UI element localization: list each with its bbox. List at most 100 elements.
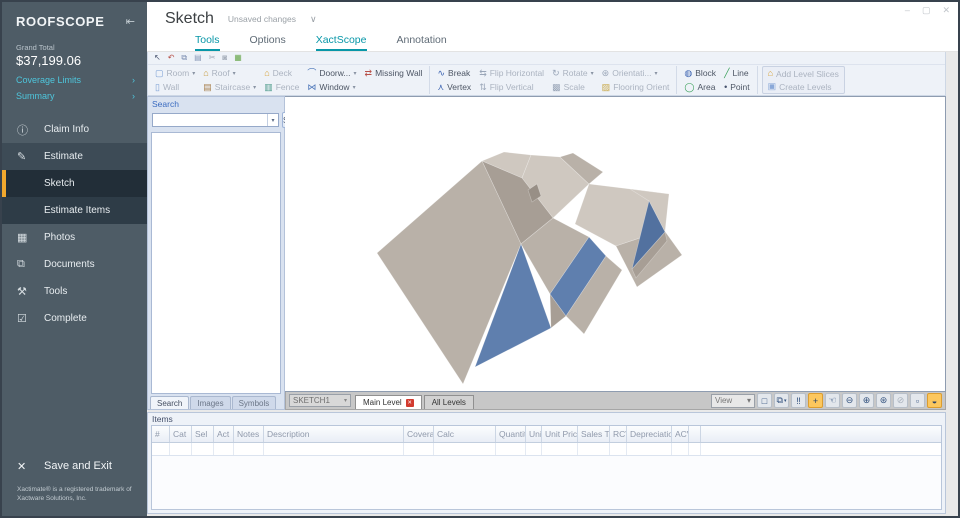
save-and-exit-button[interactable]: ✕ Save and Exit <box>2 452 147 481</box>
status-chevron-icon[interactable]: ∨ <box>310 14 317 25</box>
select-box-button[interactable]: □ <box>757 393 772 408</box>
level-tab-all-levels[interactable]: All Levels <box>424 395 474 409</box>
items-column-header[interactable]: Quantity <box>496 426 526 442</box>
ribbon-group: ▢Room▾▯Wall⌂Roof▾▤Staircase▾⌂Deck▥Fence⌒… <box>150 66 427 94</box>
pan-hand-button[interactable]: ☜ <box>825 393 840 408</box>
sidebar-item-photos[interactable]: ▦Photos <box>2 224 147 251</box>
items-column-header[interactable]: Description <box>264 426 404 442</box>
sidebar-item-documents[interactable]: ⧉Documents <box>2 251 147 278</box>
zoom-out-button[interactable]: ⊖ <box>842 393 857 408</box>
crosshair-button[interactable]: + <box>808 393 823 408</box>
items-cell[interactable] <box>192 443 214 455</box>
paste-icon[interactable]: ▤ <box>194 54 202 62</box>
view-mode-selector[interactable]: View ▾ <box>711 394 755 408</box>
items-cell[interactable] <box>404 443 434 455</box>
zoom-in-button[interactable]: ⊕ <box>859 393 874 408</box>
blank-toggle-button[interactable]: ▫ <box>910 393 925 408</box>
zoom-window-button[interactable]: ⊛ <box>876 393 891 408</box>
items-column-header[interactable]: RCV <box>610 426 627 442</box>
copy-icon[interactable]: ⧉ <box>181 54 187 62</box>
items-column-header[interactable] <box>689 426 701 442</box>
search-panel-tab-images[interactable]: Images <box>190 396 230 409</box>
items-cell[interactable] <box>672 443 689 455</box>
sidebar-collapse-icon[interactable]: ⇤ <box>126 15 135 28</box>
close-button[interactable]: ✕ <box>942 5 950 16</box>
search-input[interactable] <box>153 114 267 126</box>
items-column-header[interactable]: Sales Tax <box>578 426 610 442</box>
zoom-selected-button[interactable]: ⊘ <box>893 393 908 408</box>
roof-button: ⌂Roof▾ <box>200 66 259 80</box>
pointer-icon[interactable]: ↖ <box>154 54 161 62</box>
items-cell[interactable] <box>496 443 526 455</box>
sidebar-item-estimate-items[interactable]: Estimate Items <box>2 197 147 224</box>
sketch-3d-canvas[interactable] <box>285 96 946 392</box>
items-column-header[interactable]: Depreciation <box>627 426 672 442</box>
sidebar-item-complete[interactable]: ☑Complete <box>2 305 147 332</box>
items-cell[interactable] <box>170 443 192 455</box>
block-button[interactable]: ◍Block <box>681 66 719 80</box>
lock-icon[interactable]: ◙ <box>222 54 227 62</box>
walk-view-button[interactable]: ‼ <box>791 393 806 408</box>
items-column-header[interactable]: Cat <box>170 426 192 442</box>
items-column-header[interactable]: Sel <box>192 426 214 442</box>
maximize-button[interactable]: ▢ <box>922 5 931 16</box>
block-icon: ◍ <box>684 69 692 78</box>
view-3d-button[interactable]: ◒ <box>927 393 942 408</box>
minimize-button[interactable]: – <box>905 5 910 16</box>
search-results-list[interactable] <box>151 132 281 394</box>
items-cell[interactable] <box>610 443 627 455</box>
missing-wall-button[interactable]: ⇄Missing Wall <box>362 66 426 80</box>
sidebar-item-estimate[interactable]: ✎Estimate <box>2 143 147 170</box>
window-button[interactable]: ⋈Window▾ <box>304 80 359 94</box>
items-cell[interactable] <box>234 443 264 455</box>
items-table-empty-row[interactable] <box>152 443 941 456</box>
sketch-selector[interactable]: SKETCH1 ▾ <box>289 394 351 407</box>
items-cell[interactable] <box>627 443 672 455</box>
tab-tools[interactable]: Tools <box>195 34 220 51</box>
sidebar-link-summary[interactable]: Summary› <box>2 88 147 104</box>
orientati--button: ⊛Orientati...▾ <box>599 66 673 80</box>
ribbon-toolbar: ↖ ↶ ⧉ ▤ ✂ ◙ ▦ ▢Room▾▯Wall⌂Roof▾▤Staircase▾⌂Dec… <box>147 52 946 96</box>
area-button[interactable]: ◯Area <box>681 80 719 94</box>
tab-annotation[interactable]: Annotation <box>397 34 447 51</box>
search-panel-tab-search[interactable]: Search <box>150 396 189 409</box>
sidebar-item-sketch[interactable]: Sketch <box>2 170 147 197</box>
items-column-header[interactable]: Unit Price <box>542 426 578 442</box>
items-cell[interactable] <box>542 443 578 455</box>
items-cell[interactable] <box>264 443 404 455</box>
missing-wall-icon: ⇄ <box>365 69 373 78</box>
sidebar-link-coverage-limits[interactable]: Coverage Limits› <box>2 72 147 88</box>
items-column-header[interactable]: ACV <box>672 426 689 442</box>
search-panel-tab-symbols[interactable]: Symbols <box>232 396 277 409</box>
vertex-button[interactable]: ⋏Vertex <box>434 80 474 94</box>
items-column-header[interactable]: Notes <box>234 426 264 442</box>
items-column-header[interactable]: Calc <box>434 426 496 442</box>
point-button[interactable]: •Point <box>721 80 753 94</box>
items-column-header[interactable]: # <box>152 426 170 442</box>
grand-total-value: $37,199.06 <box>2 52 147 72</box>
sidebar-item-tools[interactable]: ⚒Tools <box>2 278 147 305</box>
items-column-header[interactable]: Unit <box>526 426 542 442</box>
items-column-header[interactable]: Act <box>214 426 234 442</box>
split-view-button[interactable]: ⧉▾ <box>774 393 789 408</box>
items-cell[interactable] <box>526 443 542 455</box>
items-column-header[interactable]: Coverage <box>404 426 434 442</box>
level-tab-main-level[interactable]: Main Level✕ <box>355 395 422 409</box>
break-button[interactable]: ∿Break <box>434 66 474 80</box>
close-tab-icon[interactable]: ✕ <box>406 399 414 407</box>
undo-icon[interactable]: ↶ <box>168 54 175 62</box>
cut-icon[interactable]: ✂ <box>209 54 216 62</box>
grid-icon[interactable]: ▦ <box>234 54 242 62</box>
sidebar-item-claim-info[interactable]: ⓘClaim Info <box>2 116 147 143</box>
items-cell[interactable] <box>152 443 170 455</box>
items-cell[interactable] <box>434 443 496 455</box>
items-cell[interactable] <box>214 443 234 455</box>
search-input-dropdown-icon[interactable]: ▾ <box>267 114 278 126</box>
line-button[interactable]: ╱Line <box>721 66 753 80</box>
tab-options[interactable]: Options <box>250 34 286 51</box>
doorw--button[interactable]: ⌒Doorw...▾ <box>304 66 359 80</box>
items-cell[interactable] <box>689 443 701 455</box>
items-cell[interactable] <box>578 443 610 455</box>
ribbon-button-label: Flooring Orient <box>613 82 669 92</box>
tab-xactscope[interactable]: XactScope <box>316 34 367 51</box>
